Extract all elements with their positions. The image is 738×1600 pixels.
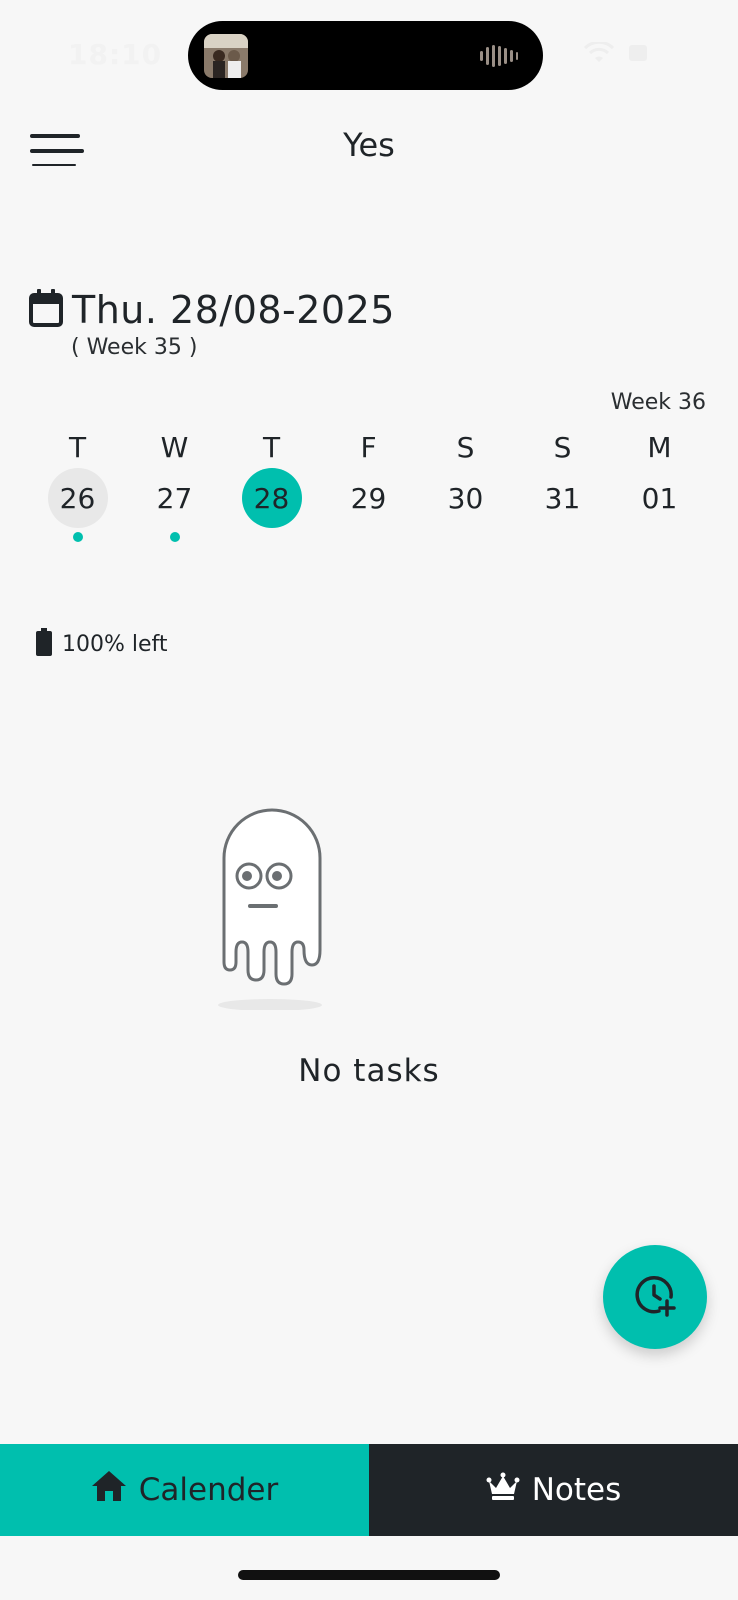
status-icons [583,40,650,68]
next-week-label: Week 36 [610,390,706,415]
add-alarm-icon [633,1273,677,1321]
dynamic-island[interactable] [188,21,543,90]
day-item[interactable]: W 27 [126,428,223,542]
day-number[interactable]: 30 [436,468,496,528]
task-indicator-dot [364,532,374,542]
day-letter: S [456,431,475,464]
task-indicator-dot [655,532,665,542]
bottom-nav: Calender Notes [0,1444,738,1536]
audio-wave-icon [479,43,519,73]
empty-state-text: No tasks [298,1053,440,1089]
task-indicator-dot [169,532,180,542]
tab-calender-label: Calender [138,1472,279,1508]
day-number[interactable]: 27 [145,468,205,528]
capacity-indicator: 100% left [36,628,168,660]
day-number[interactable]: 26 [47,468,108,528]
day-item[interactable]: T 26 [29,428,126,542]
app-header: Yes [0,110,738,190]
day-item[interactable]: M 01 [611,428,708,542]
day-letter: T [68,431,87,464]
day-number[interactable]: 01 [630,468,690,528]
day-item[interactable]: F 29 [320,428,417,542]
battery-icon [36,628,52,660]
tab-calender[interactable]: Calender [0,1444,369,1536]
battery-icon [628,42,650,68]
day-letter: F [360,431,377,464]
task-indicator-dot [558,532,568,542]
home-icon [91,1470,127,1510]
album-art-icon [204,34,248,78]
add-task-button[interactable] [603,1245,707,1349]
tab-notes[interactable]: Notes [369,1444,738,1536]
home-indicator[interactable] [238,1570,500,1580]
day-letter: T [262,431,281,464]
capacity-text: 100% left [62,631,168,657]
task-indicator-dot [461,532,471,542]
task-indicator-dot [72,532,83,542]
day-number[interactable]: 28 [241,468,302,528]
date-header: Thu. 28/08-2025 ( Week 35 ) [28,288,395,360]
week-strip: T 26 W 27 T 28 F 29 S 30 S 31 M 01 [29,428,709,542]
selected-date[interactable]: Thu. 28/08-2025 [72,288,395,332]
day-item[interactable]: S 30 [417,428,514,542]
status-bar: 18:10 [0,0,738,100]
calendar-icon[interactable] [28,288,64,332]
day-item[interactable]: S 31 [514,428,611,542]
ghost-icon [214,800,330,1014]
week-number: ( Week 35 ) [71,335,198,360]
tab-notes-label: Notes [531,1472,622,1508]
day-letter: M [647,431,672,464]
day-item[interactable]: T 28 [223,428,320,542]
wifi-icon [583,40,615,68]
task-indicator-dot [267,532,277,542]
day-number[interactable]: 31 [533,468,593,528]
day-letter: W [160,431,189,464]
day-letter: S [553,431,572,464]
status-time: 18:10 [68,38,163,71]
crown-icon [486,1472,520,1508]
page-title: Yes [343,126,395,164]
day-number[interactable]: 29 [339,468,399,528]
